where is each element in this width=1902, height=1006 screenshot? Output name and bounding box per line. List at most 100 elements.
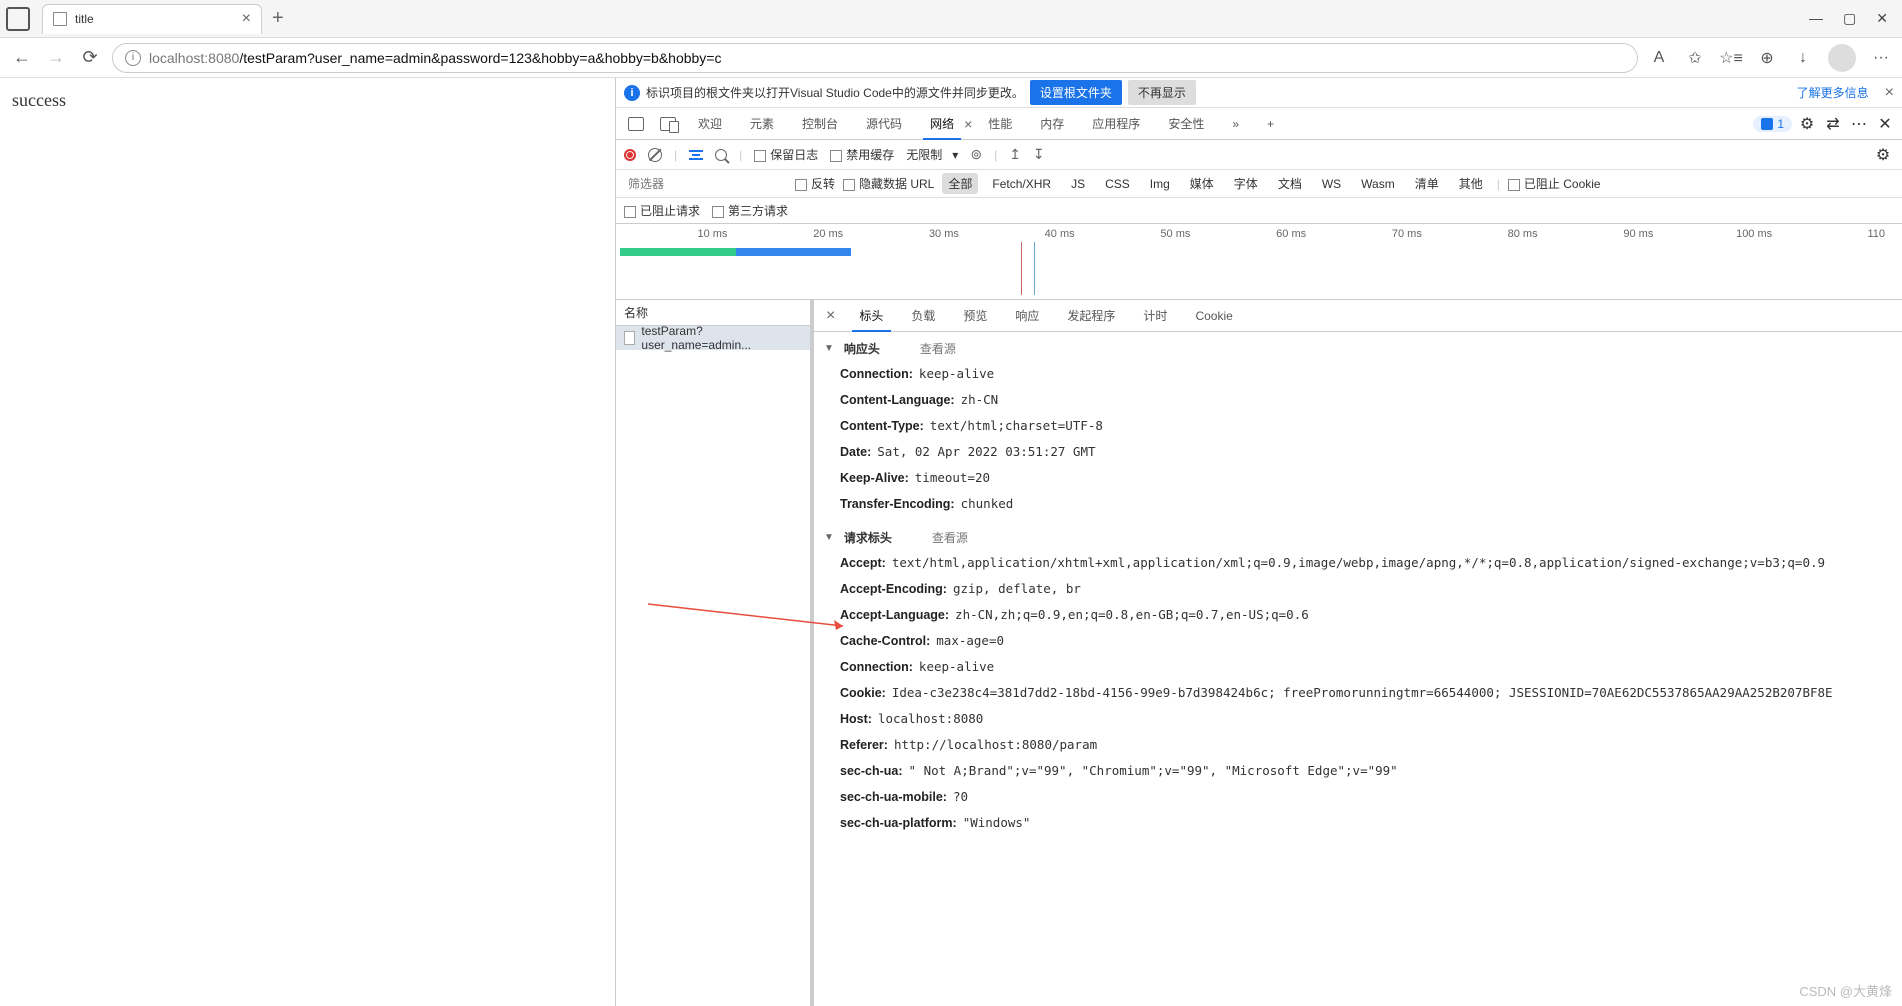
- close-banner-icon[interactable]: ×: [1885, 84, 1894, 102]
- close-window-icon[interactable]: ✕: [1876, 10, 1888, 27]
- filter-type-font[interactable]: 字体: [1228, 173, 1264, 194]
- filter-type-manifest[interactable]: 清单: [1409, 173, 1445, 194]
- close-devtools-icon[interactable]: ✕: [1874, 113, 1896, 135]
- timeline-tick: 90 ms: [1623, 228, 1653, 240]
- timeline-marker: [1034, 242, 1035, 295]
- tab-cookies[interactable]: Cookie: [1183, 300, 1244, 332]
- tab-initiator[interactable]: 发起程序: [1055, 300, 1127, 332]
- filter-type-other[interactable]: 其他: [1453, 173, 1489, 194]
- request-row[interactable]: testParam?user_name=admin...: [616, 326, 810, 350]
- favorite-icon[interactable]: ✩: [1684, 47, 1706, 69]
- view-source-link[interactable]: 查看源: [920, 340, 956, 357]
- settings-gear-icon[interactable]: ⚙: [1796, 113, 1818, 135]
- tab-payload[interactable]: 负载: [899, 300, 947, 332]
- blocked-requests-checkbox[interactable]: 已阻止请求: [624, 202, 700, 219]
- toolbar-right: A ✩ ☆≡ ⊕ ↓ ···: [1648, 44, 1892, 72]
- tab-response[interactable]: 响应: [1003, 300, 1051, 332]
- maximize-icon[interactable]: ▢: [1843, 10, 1856, 27]
- tab-welcome[interactable]: 欢迎: [686, 108, 734, 140]
- timeline-tick: 80 ms: [1508, 228, 1538, 240]
- sidebar-toggle-icon[interactable]: [6, 7, 30, 31]
- collections-icon[interactable]: ⊕: [1756, 47, 1778, 69]
- network-filter-bar-2: 已阻止请求 第三方请求: [616, 198, 1902, 224]
- response-headers-section[interactable]: ▼ 响应头 查看源: [814, 336, 1902, 361]
- close-tab-icon[interactable]: ×: [242, 10, 251, 28]
- favorites-bar-icon[interactable]: ☆≡: [1720, 47, 1742, 69]
- url-input[interactable]: i localhost:8080/testParam?user_name=adm…: [112, 43, 1638, 73]
- profile-avatar[interactable]: [1828, 44, 1856, 72]
- import-har-icon[interactable]: ↧: [1033, 146, 1045, 163]
- issues-badge[interactable]: 1: [1753, 116, 1792, 132]
- site-info-icon[interactable]: i: [125, 50, 141, 66]
- filter-type-ws[interactable]: WS: [1316, 175, 1347, 193]
- record-button[interactable]: [624, 149, 636, 161]
- network-timeline[interactable]: 10 ms 20 ms 30 ms 40 ms 50 ms 60 ms 70 m…: [616, 224, 1902, 300]
- filter-type-wasm[interactable]: Wasm: [1355, 175, 1401, 193]
- header-entry: Cookie:Idea-c3e238c4=381d7dd2-18bd-4156-…: [814, 680, 1902, 706]
- network-conditions-icon[interactable]: ⊚: [970, 146, 982, 163]
- tab-headers[interactable]: 标头: [847, 300, 895, 332]
- network-settings-icon[interactable]: ⚙: [1872, 144, 1894, 166]
- view-source-link[interactable]: 查看源: [932, 529, 968, 546]
- downloads-icon[interactable]: ↓: [1792, 47, 1814, 69]
- filter-type-media[interactable]: 媒体: [1184, 173, 1220, 194]
- tab-performance[interactable]: 性能: [976, 108, 1024, 140]
- header-entry: Accept-Language:zh-CN,zh;q=0.9,en;q=0.8,…: [814, 602, 1902, 628]
- page-body: success: [0, 78, 615, 123]
- refresh-button[interactable]: ⟳: [78, 46, 102, 70]
- devtools-tabs: 欢迎 元素 控制台 源代码 网络 × 性能 内存 应用程序 安全性 » + 1 …: [616, 108, 1902, 140]
- tab-sources[interactable]: 源代码: [854, 108, 914, 140]
- add-tab-icon[interactable]: +: [1255, 108, 1286, 140]
- headers-content[interactable]: ▼ 响应头 查看源 Connection:keep-aliveContent-L…: [814, 332, 1902, 1006]
- customize-icon[interactable]: ⇄: [1822, 113, 1844, 135]
- tab-console[interactable]: 控制台: [790, 108, 850, 140]
- invert-checkbox[interactable]: 反转: [795, 175, 835, 192]
- file-icon: [624, 331, 635, 345]
- more-menu-icon[interactable]: ···: [1870, 47, 1892, 69]
- export-har-icon[interactable]: ↥: [1009, 146, 1021, 163]
- close-detail-icon[interactable]: ×: [818, 307, 843, 325]
- search-icon[interactable]: [715, 149, 727, 161]
- clear-button[interactable]: [648, 148, 662, 162]
- request-headers-section[interactable]: ▼ 请求标头 查看源: [814, 525, 1902, 550]
- more-vertical-icon[interactable]: ⋯: [1848, 113, 1870, 135]
- preserve-log-checkbox[interactable]: 保留日志: [754, 146, 818, 163]
- device-toggle-icon[interactable]: [660, 117, 676, 131]
- tabs-overflow[interactable]: »: [1220, 108, 1251, 140]
- header-entry: Connection:keep-alive: [814, 654, 1902, 680]
- filter-toggle-icon[interactable]: [689, 150, 703, 160]
- header-entry: sec-ch-ua:" Not A;Brand";v="99", "Chromi…: [814, 758, 1902, 784]
- tab-preview[interactable]: 预览: [951, 300, 999, 332]
- disable-cache-checkbox[interactable]: 禁用缓存: [830, 146, 894, 163]
- tab-elements[interactable]: 元素: [738, 108, 786, 140]
- hide-data-urls-checkbox[interactable]: 隐藏数据 URL: [843, 175, 934, 192]
- tab-memory[interactable]: 内存: [1028, 108, 1076, 140]
- filter-type-js[interactable]: JS: [1065, 175, 1091, 193]
- tab-title: title: [75, 12, 94, 26]
- filter-type-all[interactable]: 全部: [942, 173, 978, 194]
- new-tab-button[interactable]: +: [272, 7, 284, 30]
- reader-icon[interactable]: A: [1648, 47, 1670, 69]
- back-button[interactable]: ←: [10, 46, 34, 70]
- blocked-cookies-checkbox[interactable]: 已阻止 Cookie: [1508, 175, 1601, 192]
- tab-application[interactable]: 应用程序: [1080, 108, 1152, 140]
- filter-type-fetch[interactable]: Fetch/XHR: [986, 175, 1057, 193]
- third-party-checkbox[interactable]: 第三方请求: [712, 202, 788, 219]
- tab-security[interactable]: 安全性: [1156, 108, 1216, 140]
- learn-more-link[interactable]: 了解更多信息: [1797, 84, 1869, 101]
- filter-type-img[interactable]: Img: [1144, 175, 1176, 193]
- header-entry: sec-ch-ua-platform:"Windows": [814, 810, 1902, 836]
- minimize-icon[interactable]: —: [1809, 10, 1823, 27]
- browser-tab[interactable]: title ×: [42, 4, 262, 34]
- filter-input[interactable]: [624, 175, 787, 193]
- dismiss-banner-button[interactable]: 不再显示: [1128, 80, 1196, 105]
- throttle-select[interactable]: 无限制 ▾: [906, 146, 958, 163]
- set-root-folder-button[interactable]: 设置根文件夹: [1030, 80, 1122, 105]
- request-list-header[interactable]: 名称: [616, 300, 810, 326]
- tab-timing[interactable]: 计时: [1131, 300, 1179, 332]
- filter-type-css[interactable]: CSS: [1099, 175, 1136, 193]
- timeline-tick: 110: [1867, 228, 1885, 240]
- filter-type-doc[interactable]: 文档: [1272, 173, 1308, 194]
- inspect-element-icon[interactable]: [628, 117, 644, 131]
- tab-network[interactable]: 网络: [918, 108, 966, 140]
